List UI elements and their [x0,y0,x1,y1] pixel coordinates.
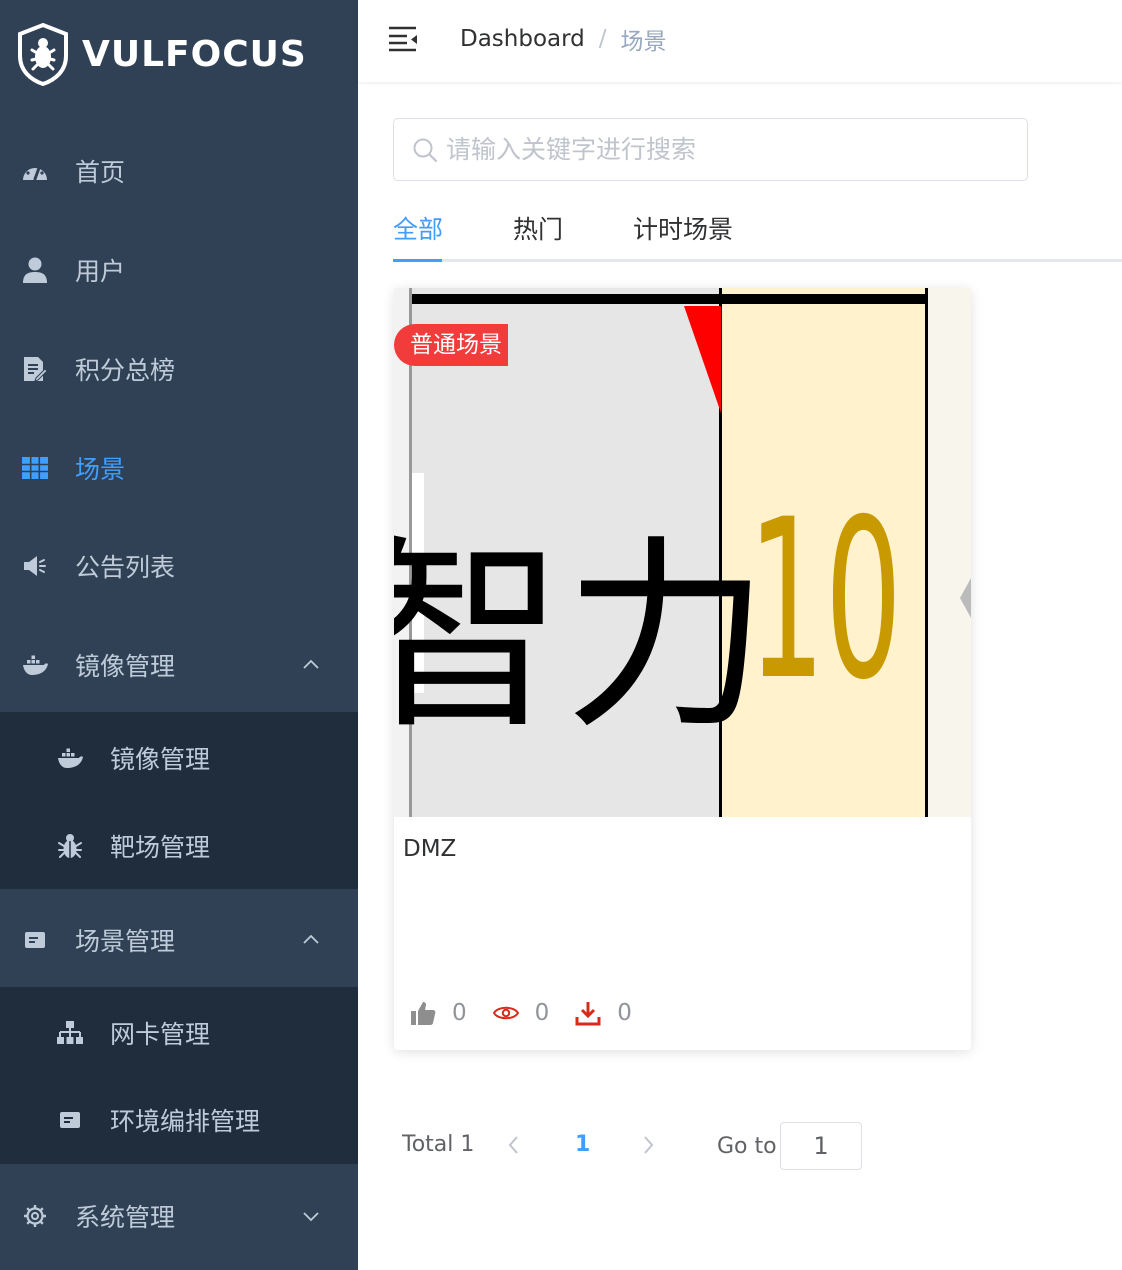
sidebar-subitem-range-management[interactable]: 靶场管理 [0,802,358,890]
scene-title: DMZ [403,836,457,862]
sidebar-item-label: 镜像管理 [110,745,211,774]
sidebar-item-scoreboard[interactable]: 积分总榜 [0,319,358,418]
breadcrumb: Dashboard / 场景 [460,22,667,56]
like-stat[interactable]: 0 [410,1000,467,1026]
chevron-down-icon [303,1211,319,1221]
scene-card[interactable]: 智力 10 普通场景 DMZ 0 0 0 [394,288,971,1050]
sidebar-item-image-management[interactable]: 镜像管理 [0,615,358,714]
sidebar: VULFOCUS 首页 用户 积分总榜 场景 公告列表 镜像管理 镜像管理 靶场… [0,0,358,1270]
chevron-right-icon[interactable] [642,1134,656,1156]
thumbs-up-icon [411,1002,436,1025]
sidebar-item-system-management[interactable]: 系统管理 [0,1166,358,1265]
tab-active-indicator [393,259,442,262]
scene-thumbnail-image: 智力 10 [394,288,971,817]
brand-logo[interactable]: VULFOCUS [16,22,307,86]
user-icon [22,257,48,283]
search-icon [413,138,438,163]
dashboard-icon [22,158,48,184]
form-icon [22,927,48,953]
view-count: 0 [534,1000,550,1026]
docker-icon [57,745,83,771]
view-stat: 0 [492,1000,550,1026]
sidebar-item-label: 首页 [75,157,126,187]
tab-bar: 全部 热门 计时场景 [393,200,1122,262]
network-tree-icon [57,1020,83,1046]
tab-timed-scenes[interactable]: 计时场景 [633,210,733,246]
pagination-page-current[interactable]: 1 [575,1132,590,1157]
scene-thumbnail[interactable]: 智力 10 普通场景 [394,288,971,817]
thumbnail-text-2: 10 [748,472,902,729]
download-count: 0 [617,1000,632,1026]
navbar: Dashboard / 场景 [358,0,1122,82]
sidebar-subitem-image-management[interactable]: 镜像管理 [0,714,358,802]
pagination-total: Total 1 [402,1132,475,1157]
table-grid-icon [22,455,48,481]
pagination: Total 1 1 Go to [402,1122,862,1170]
bug-icon [57,833,83,859]
sidebar-item-label: 公告列表 [75,552,176,582]
sidebar-item-label: 积分总榜 [75,355,176,385]
gear-icon [22,1203,48,1229]
sidebar-item-label: 镜像管理 [75,651,176,681]
edit-document-icon [22,356,48,382]
sidebar-item-label: 场景 [75,454,126,484]
sidebar-item-scenes[interactable]: 场景 [0,418,358,517]
sidebar-item-home[interactable]: 首页 [0,121,358,220]
chevron-up-icon [303,934,319,944]
sidebar-item-label: 系统管理 [75,1202,176,1232]
sidebar-subitem-nic-management[interactable]: 网卡管理 [0,989,358,1077]
shield-bug-icon [18,22,68,86]
download-stat[interactable]: 0 [575,1000,632,1026]
sidebar-item-scene-management[interactable]: 场景管理 [0,890,358,989]
sidebar-item-announcements[interactable]: 公告列表 [0,516,358,615]
sidebar-item-label: 场景管理 [75,926,176,956]
tab-bar-divider [393,259,1122,262]
sidebar-item-users[interactable]: 用户 [0,220,358,319]
sidebar-item-label: 环境编排管理 [110,1107,261,1136]
like-count: 0 [452,1000,467,1026]
sidebar-subitem-orchestration-management[interactable]: 环境编排管理 [0,1076,358,1164]
download-icon [575,1002,601,1026]
brand-name: VULFOCUS [82,33,307,75]
breadcrumb-separator: / [598,26,607,52]
pagination-goto-input[interactable] [780,1122,862,1170]
search-input[interactable] [446,127,1016,172]
tab-hot[interactable]: 热门 [513,210,563,246]
sidebar-item-label: 网卡管理 [110,1020,211,1049]
tab-all[interactable]: 全部 [393,210,443,246]
form-icon [57,1107,83,1133]
speaker-icon [22,553,48,579]
docker-icon [22,652,48,678]
sidebar-item-label: 靶场管理 [110,833,211,862]
sidebar-item-label: 用户 [75,256,126,286]
chevron-left-icon[interactable] [506,1134,520,1156]
breadcrumb-item-dashboard[interactable]: Dashboard [460,26,585,52]
breadcrumb-item-current: 场景 [620,29,667,55]
hamburger-menu-icon[interactable] [388,25,418,53]
thumbnail-text-1: 智力 [394,519,769,757]
search-box [393,118,1028,181]
chevron-up-icon [303,659,319,669]
pagination-goto-label: Go to [717,1134,777,1159]
scene-stats: 0 0 0 [410,998,658,1028]
scene-type-badge: 普通场景 [394,324,508,366]
eye-icon [492,1006,519,1020]
